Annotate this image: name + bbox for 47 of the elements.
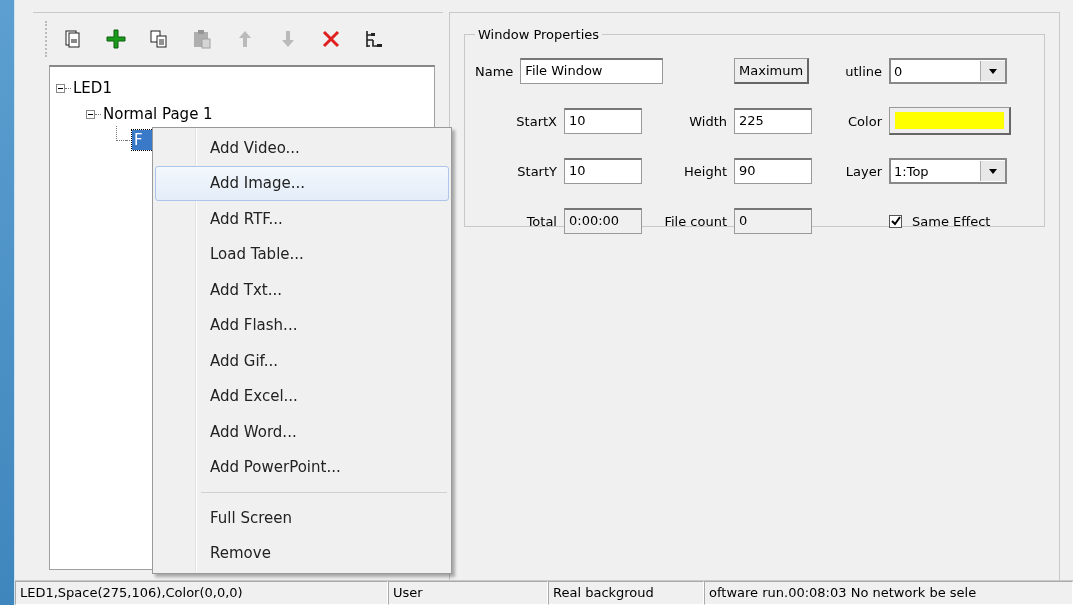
status-text: oftware run.00:08:03 No network be sele — [704, 581, 1073, 605]
input-field[interactable]: File Window — [520, 58, 664, 84]
menu-item[interactable]: Add Image... — [155, 165, 449, 201]
pages-icon[interactable] — [63, 29, 83, 49]
menu-item[interactable]: Remove — [155, 535, 449, 571]
collapse-toggle-icon[interactable] — [56, 83, 65, 93]
menu-item[interactable]: Add Gif... — [155, 343, 449, 379]
field-label: StartY — [517, 163, 557, 179]
field-label: Color — [848, 113, 882, 129]
menu-item[interactable]: Full Screen — [155, 500, 449, 536]
field-label: Width — [689, 113, 727, 129]
field-label: utline — [845, 63, 882, 79]
field-label: Height — [684, 163, 727, 179]
tree-item[interactable]: LED1 — [71, 78, 114, 98]
dropdown[interactable]: 1:Top — [889, 158, 1007, 184]
plus-icon[interactable] — [106, 29, 126, 49]
menu-item[interactable]: Add Txt... — [155, 272, 449, 308]
status-text: Real backgroud — [548, 581, 704, 605]
menu-item[interactable]: Add Flash... — [155, 307, 449, 343]
field-label: Total — [526, 213, 557, 229]
field-label: StartX — [516, 113, 557, 129]
checkbox[interactable] — [889, 214, 902, 228]
copy-icon[interactable] — [149, 29, 169, 49]
close-icon[interactable] — [321, 29, 341, 49]
status-text: User — [388, 581, 548, 605]
checkbox-label: Same Effect — [912, 213, 991, 229]
field-label: Layer — [845, 163, 882, 179]
input-field[interactable]: 225 — [734, 108, 812, 134]
input-field[interactable]: 10 — [564, 108, 642, 134]
menu-item[interactable]: Add Video... — [155, 130, 449, 166]
group-title: Window Properties — [477, 27, 601, 42]
menu-item[interactable]: Load Table... — [155, 236, 449, 272]
field-label: Name — [475, 63, 514, 79]
menu-item[interactable]: Add Excel... — [155, 378, 449, 414]
color-swatch-button[interactable] — [889, 107, 1011, 135]
menu-item[interactable]: Add PowerPoint... — [155, 449, 449, 485]
menu-item[interactable]: Add RTF... — [155, 201, 449, 237]
collapse-toggle-icon[interactable] — [86, 109, 95, 119]
dropdown[interactable]: 0 — [889, 58, 1007, 84]
status-text: LED1,Space(275,106),Color(0,0,0) — [15, 581, 388, 605]
input-field[interactable]: 90 — [734, 158, 812, 184]
tree-item[interactable]: Normal Page 1 — [101, 104, 215, 124]
input-field[interactable]: 10 — [564, 158, 642, 184]
menu-item[interactable]: Add Word... — [155, 414, 449, 450]
tree-icon[interactable] — [364, 29, 384, 49]
field-label: File count — [664, 213, 727, 229]
maximum-button[interactable]: Maximum — [734, 58, 810, 84]
